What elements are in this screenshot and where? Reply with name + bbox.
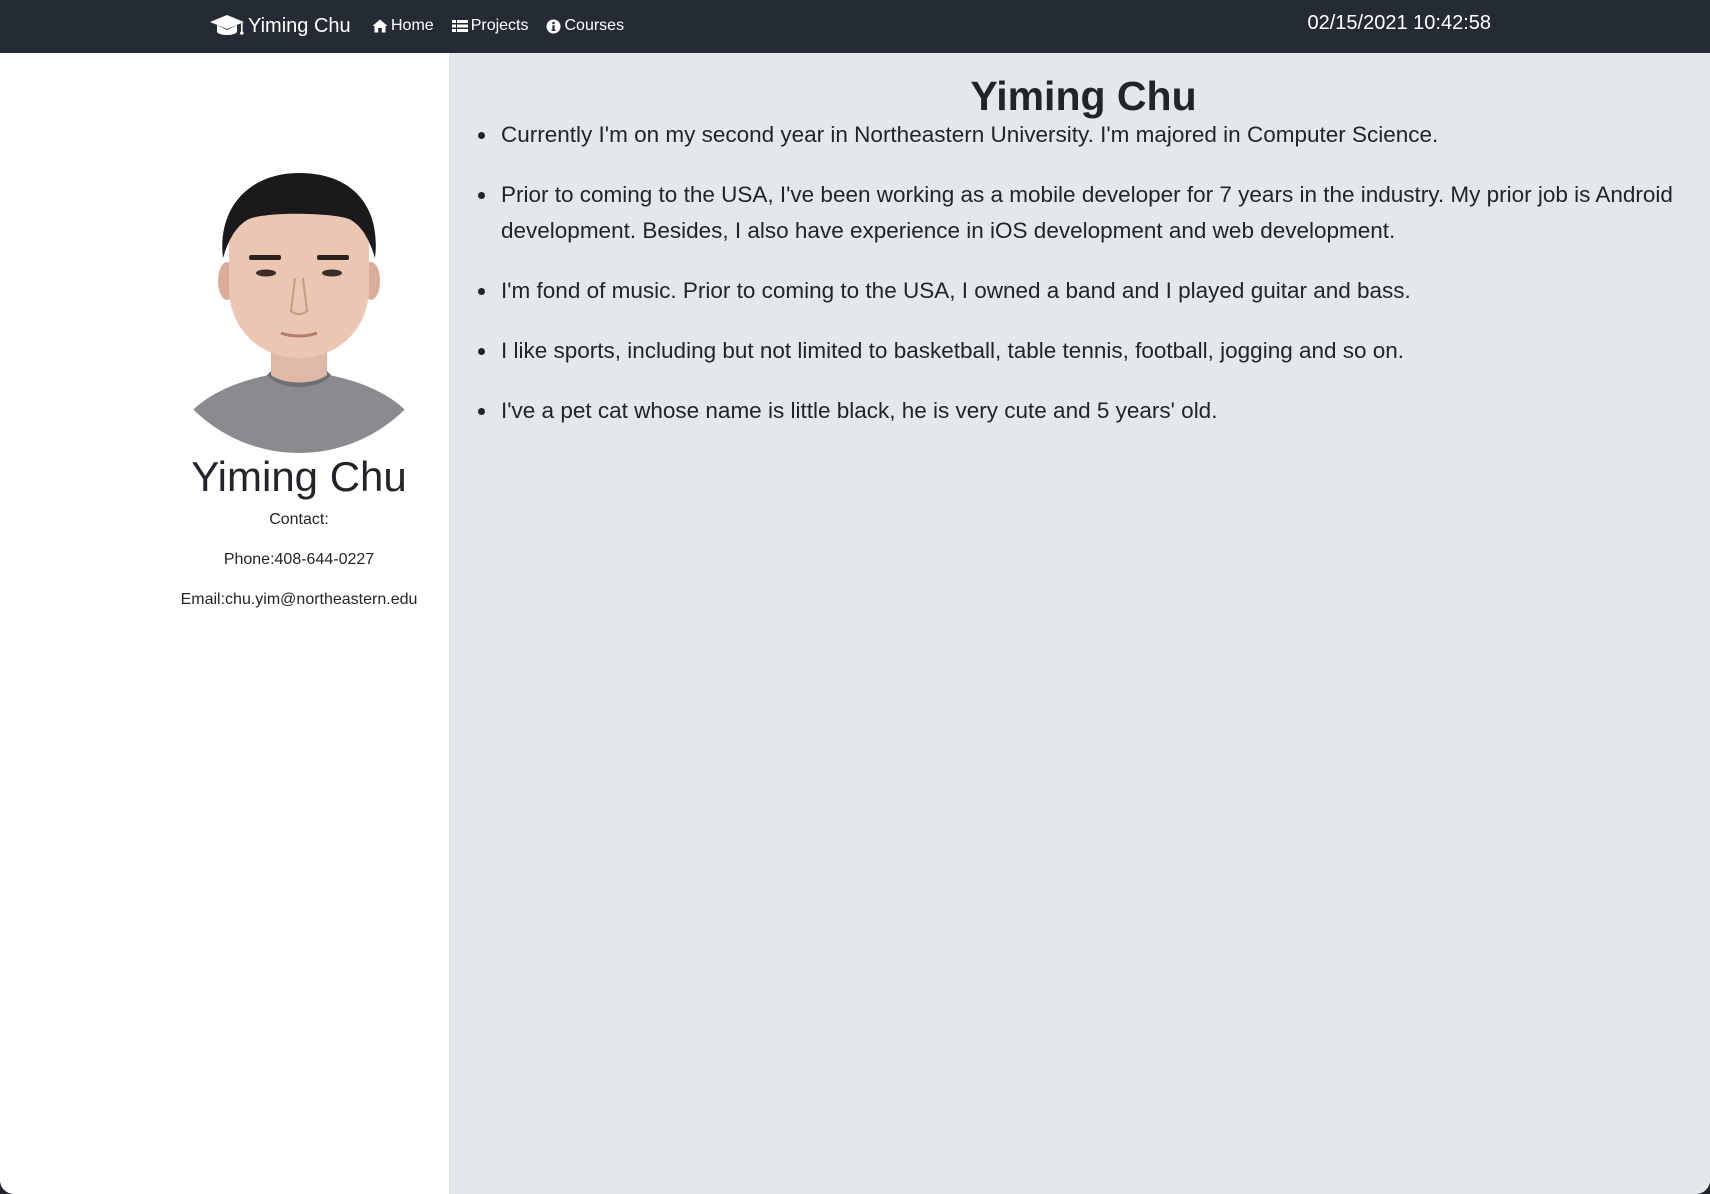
- navbar: Yiming Chu Home Projects Courses 02/15/2…: [0, 0, 1710, 53]
- list-icon: [451, 20, 468, 32]
- brand-link[interactable]: Yiming Chu: [210, 11, 351, 41]
- bio-item: I'm fond of music. Prior to coming to th…: [478, 273, 1706, 309]
- clock-display: 02/15/2021 10:42:58: [1307, 12, 1491, 34]
- home-icon: [372, 19, 388, 33]
- page-title: Yiming Chu: [970, 73, 1197, 119]
- nav-link-label: Projects: [470, 17, 529, 34]
- bio-item: Currently I'm on my second year in North…: [478, 117, 1706, 153]
- avatar: [149, 153, 449, 453]
- page-frame: Yiming Chu Home Projects Courses 02/15/2…: [0, 0, 1710, 1194]
- profile-photo: [149, 153, 449, 453]
- bio-list: Currently I'm on my second year in North…: [478, 117, 1706, 453]
- nav-link-projects[interactable]: Projects: [451, 17, 529, 35]
- nav-links: Home Projects Courses: [372, 13, 642, 39]
- profile-sidebar: Yiming Chu Contact: Phone:408-644-0227 E…: [0, 53, 450, 1194]
- bio-item: I've a pet cat whose name is little blac…: [478, 393, 1706, 429]
- bio-item: Prior to coming to the USA, I've been wo…: [478, 177, 1706, 249]
- bio-item: I like sports, including but not limited…: [478, 333, 1706, 369]
- graduation-cap-icon: [210, 15, 244, 35]
- nav-link-courses[interactable]: Courses: [546, 17, 624, 35]
- nav-link-home[interactable]: Home: [372, 17, 434, 35]
- brand-label: Yiming Chu: [248, 14, 351, 37]
- main-content: Yiming Chu Currently I'm on my second ye…: [450, 53, 1710, 1194]
- nav-link-label: Home: [391, 17, 434, 34]
- nav-link-label: Courses: [564, 17, 625, 34]
- info-icon: [546, 19, 561, 33]
